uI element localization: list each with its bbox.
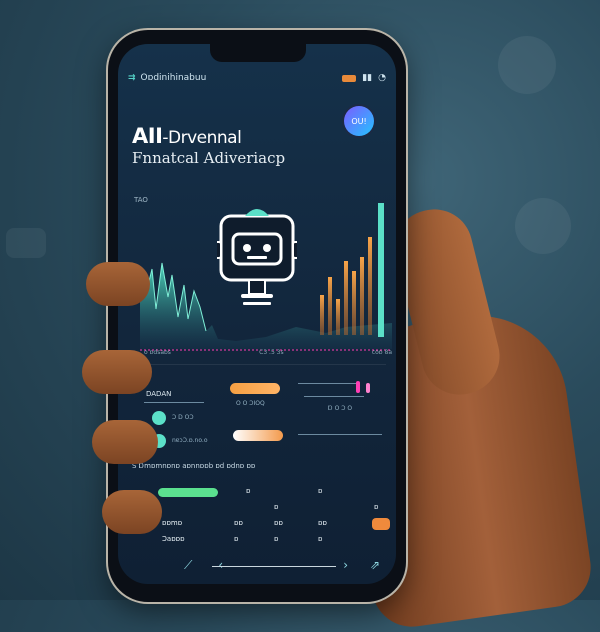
table-cell: ɒ (374, 503, 379, 511)
hero-title-bold: AII (132, 124, 163, 148)
forward-chevron-icon[interactable]: › (343, 558, 348, 572)
slider-track[interactable] (304, 396, 364, 397)
table-cell: ɒɒ (274, 519, 283, 527)
signal-icon: ▮▮ (362, 73, 373, 83)
chart-bar (320, 295, 324, 335)
chart-axis-label: coɒ 8a (371, 349, 392, 356)
back-chevron-icon[interactable]: ‹ (218, 558, 223, 572)
toggle-switch[interactable] (152, 411, 166, 425)
slider-track[interactable] (298, 434, 382, 435)
table-cell: Ɔaɒɒɒ (162, 535, 185, 543)
data-table: ɒ ɒ ɒ ɒ ɒɒmɒ ɒɒ ɒɒ ɒɒ Ɔaɒɒɒ ɒ ɒ ɒ (128, 476, 390, 551)
orange-action-button[interactable] (372, 518, 390, 530)
hero-subtitle: Fnnatcal Adiveriacp (132, 149, 286, 167)
hero-title: AII-Drvennal (132, 124, 242, 148)
chart-bar (336, 299, 340, 335)
robot-icon (217, 209, 297, 305)
hand-finger (86, 262, 150, 306)
chart-axis-label: C3 .5 3s (259, 349, 284, 356)
chart-bar (360, 257, 364, 335)
green-pill-button[interactable] (158, 488, 218, 497)
table-row[interactable]: Ɔaɒɒɒ ɒ ɒ ɒ (128, 532, 390, 550)
indicator-bar (366, 383, 370, 393)
table-cell: ɒ (246, 487, 251, 495)
table-cell: ɒɒ (234, 519, 243, 527)
profile-avatar-button[interactable]: OU! (344, 106, 374, 136)
section-divider (130, 364, 386, 365)
toggle-caption: nɐɔƆ.ɒ.no.o (172, 437, 208, 444)
bottom-nav: ⟋ ‹ › ⇗ (128, 552, 386, 578)
grey-pill-button[interactable] (233, 430, 283, 441)
phone-notch (210, 44, 306, 62)
hand-finger (102, 490, 162, 534)
bar-caption: Ɒ O Ɔ O (328, 405, 353, 412)
table-cell: ɒ (318, 535, 323, 543)
table-cell: ɒ (234, 535, 239, 543)
share-icon[interactable]: ⇗ (370, 558, 380, 572)
chart-bar (352, 271, 356, 335)
table-cell: ɒ (274, 503, 279, 511)
table-cell: ɒɒ (318, 519, 327, 527)
background-card-shape (6, 228, 46, 258)
slider-track[interactable] (298, 383, 358, 384)
slider-track[interactable] (144, 402, 204, 403)
app-name: Oɒdinihinabuu (140, 73, 207, 83)
chart-axis-label: o ɒdsaɒs (144, 349, 171, 356)
table-header: S Ɒmɒmnɒnɒ aɒnnɒɒb ɒd ɒdnɒ ɒɒ (132, 462, 256, 470)
table-cell: ɒ (274, 535, 279, 543)
hero-title-rest: -Drvennal (162, 128, 242, 148)
indicator-bar (356, 381, 360, 393)
toggle-caption: Ɔ D OƆ (172, 414, 194, 421)
background-emoji-shape (515, 198, 571, 254)
chart-bar (344, 261, 348, 335)
chart-bar (368, 237, 372, 335)
avatar-label: OU! (351, 116, 367, 126)
hand-finger (82, 350, 152, 394)
control-label: DADAN (146, 390, 172, 398)
table-cell: ɒ (318, 487, 323, 495)
chart-axis: o ɒdsaɒs C3 .5 3s coɒ 8a (144, 349, 392, 359)
chart-bar (378, 203, 384, 337)
hand-finger (92, 420, 158, 464)
chart-bar (328, 277, 332, 335)
table-cell: ɒɒmɒ (162, 519, 183, 527)
app-logo-icon: ⇉ (128, 73, 136, 83)
feather-icon[interactable]: ⟋ (184, 558, 192, 573)
battery-icon (342, 74, 357, 82)
background-emoji-shape (498, 36, 556, 94)
slider-caption: O O ƆIOQ (236, 400, 265, 407)
status-bar: ⇉ Oɒdinihinabuu ▮▮ ◔ (128, 70, 386, 86)
wifi-icon: ◔ (378, 73, 386, 83)
home-indicator (212, 566, 336, 567)
orange-pill-button[interactable] (230, 383, 280, 394)
